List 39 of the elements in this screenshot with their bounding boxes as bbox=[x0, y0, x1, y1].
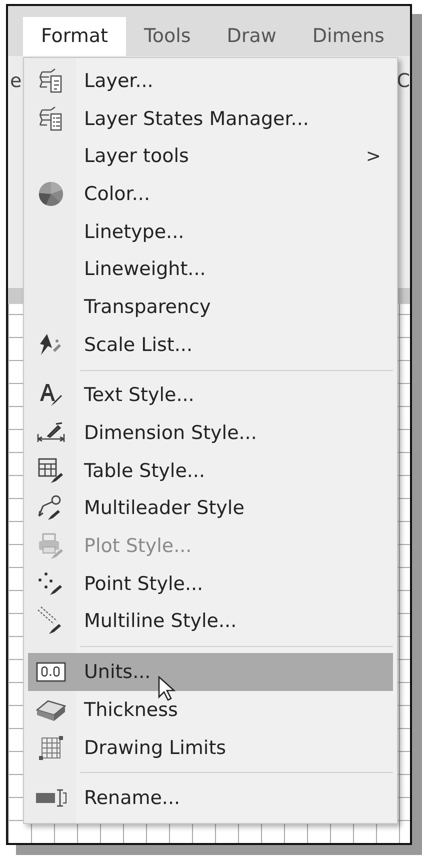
layers-icon bbox=[39, 68, 63, 94]
menu-item[interactable]: Scale List... bbox=[28, 326, 393, 364]
menu-item[interactable]: Layer... bbox=[28, 62, 393, 100]
menu-tab[interactable]: Dimens bbox=[294, 17, 402, 56]
units-icon bbox=[36, 662, 66, 682]
submenu-arrow: > bbox=[366, 146, 381, 167]
menu-item[interactable]: Rename... bbox=[28, 779, 393, 818]
menu-item[interactable]: Color... bbox=[28, 175, 393, 213]
menu-item[interactable]: Units... bbox=[28, 653, 393, 691]
menu-tab[interactable]: Tools bbox=[126, 17, 209, 56]
menu-item[interactable]: Dimension Style... bbox=[28, 414, 393, 452]
menu-item[interactable]: Multileader Style bbox=[28, 490, 393, 528]
dimension-icon bbox=[36, 422, 66, 444]
toolbar-text: e bbox=[10, 70, 22, 92]
limits-icon bbox=[37, 734, 65, 762]
color-wheel-icon bbox=[38, 180, 64, 207]
printer-icon bbox=[37, 532, 65, 560]
rename-icon bbox=[35, 788, 67, 808]
mouse-pointer-icon bbox=[158, 676, 176, 702]
menu-item[interactable]: Thickness bbox=[28, 691, 393, 729]
menu-item[interactable]: Multiline Style... bbox=[28, 602, 393, 640]
scale-icon bbox=[38, 332, 64, 357]
point-style-icon bbox=[37, 570, 65, 597]
table-icon bbox=[37, 456, 65, 485]
toolbar-text: C bbox=[396, 70, 410, 92]
text-style-icon bbox=[38, 382, 64, 408]
menu-item[interactable]: Layer States Manager... bbox=[28, 100, 393, 138]
menu-item[interactable]: Text Style... bbox=[28, 376, 393, 414]
menu-tab[interactable]: Format bbox=[23, 17, 126, 56]
thickness-icon bbox=[36, 698, 66, 722]
menu-item[interactable]: Transparency bbox=[28, 288, 393, 326]
menu-item[interactable]: Lineweight... bbox=[28, 250, 393, 288]
menu-item[interactable]: Table Style... bbox=[28, 452, 393, 490]
menu-item[interactable]: Drawing Limits bbox=[28, 728, 393, 766]
menu-item[interactable]: Point Style... bbox=[28, 564, 393, 603]
menu-item[interactable]: Linetype... bbox=[28, 212, 393, 250]
layers-icon bbox=[39, 106, 63, 132]
menu-tab[interactable]: Draw bbox=[208, 17, 294, 56]
menu-item[interactable]: Layer tools > bbox=[28, 137, 393, 176]
